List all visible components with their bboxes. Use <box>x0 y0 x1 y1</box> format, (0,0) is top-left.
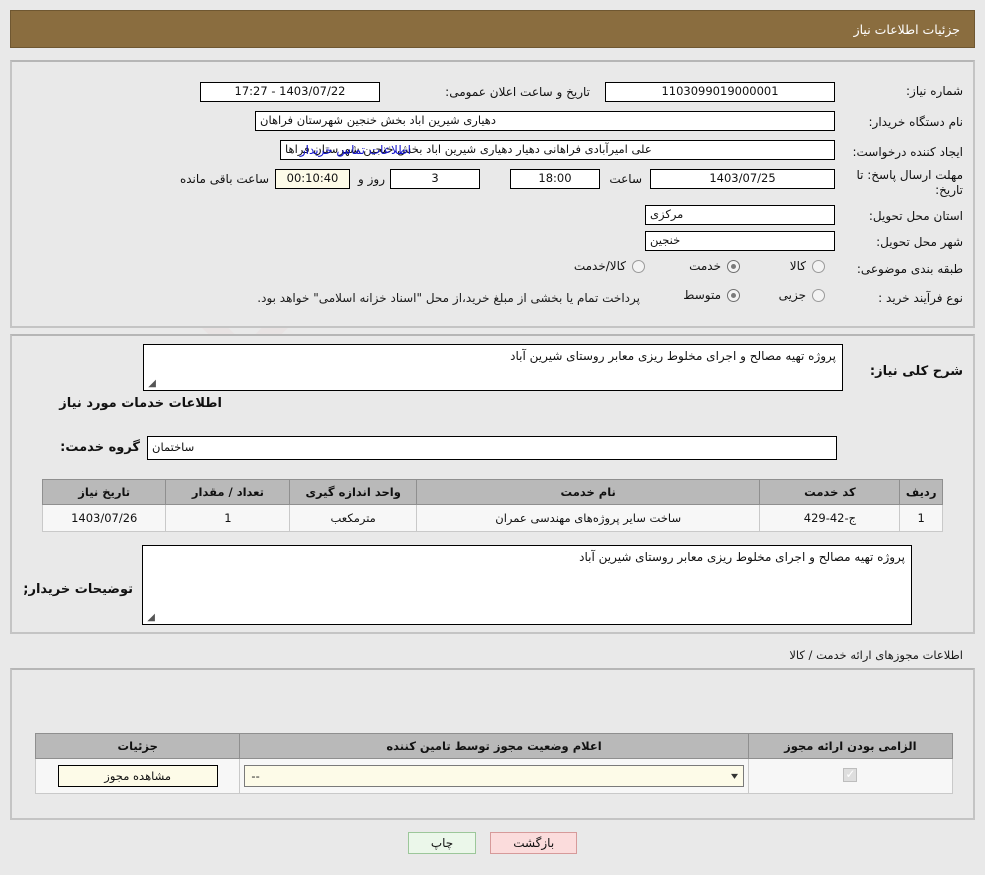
services-cell-unit: مترمکعب <box>289 504 417 532</box>
permits-col-details: جزئیات <box>34 733 241 759</box>
radio-kala-icon[interactable] <box>812 259 825 273</box>
services-cell-qty: 1 <box>165 504 291 532</box>
countdown-timer-field: 00:10:40 <box>275 169 350 189</box>
days-label: روز و <box>358 172 385 186</box>
hour-label: ساعت <box>609 172 642 186</box>
buyer-org-label: نام دستگاه خریدار: <box>868 115 964 129</box>
resize-grip-icon-2[interactable]: ◢ <box>145 613 155 623</box>
process-option-jozi[interactable]: جزیی <box>779 288 825 302</box>
services-cell-code: ج-42-429 <box>759 504 901 532</box>
footer-actions: بازگشت چاپ <box>0 832 985 854</box>
need-summary-value: پروژه تهیه مصالح و اجرای مخلوط ریزی معاب… <box>510 349 836 363</box>
category-option-kala-label: کالا <box>789 259 806 273</box>
buyer-notes-textarea[interactable]: پروژه تهیه مصالح و اجرای مخلوط ریزی معاب… <box>142 545 912 625</box>
category-option-khedmat[interactable]: خدمت <box>689 259 740 273</box>
permits-col-required: الزامی بودن ارائه مجوز <box>747 733 954 759</box>
category-option-kala[interactable]: کالا <box>790 259 825 273</box>
delivery-city-field[interactable]: خنجین <box>645 231 835 251</box>
category-option-kala-khedmat-label: کالا/خدمت <box>573 259 626 273</box>
permits-cell-required <box>747 758 954 794</box>
purchase-process-label: نوع فرآیند خرید : <box>878 291 963 305</box>
permits-table: الزامی بودن ارائه مجوز اعلام وضعیت مجوز … <box>34 733 954 794</box>
resize-grip-icon[interactable]: ◢ <box>146 379 156 389</box>
buyer-notes-label: توضیحات خریدار; <box>23 582 133 597</box>
permit-status-select[interactable]: ▾ -- <box>244 765 744 787</box>
announce-datetime-label: تاریخ و ساعت اعلان عمومی: <box>445 85 590 99</box>
delivery-province-field[interactable]: مرکزی <box>645 205 835 225</box>
radio-jozi-icon[interactable] <box>812 288 825 302</box>
radio-kala-khedmat-icon[interactable] <box>632 259 645 273</box>
remaining-days-field[interactable]: 3 <box>390 169 480 189</box>
process-option-jozi-label: جزیی <box>778 288 806 302</box>
category-option-khedmat-label: خدمت <box>689 259 721 273</box>
need-summary-label: شرح کلی نیاز: <box>869 364 963 379</box>
services-cell-name: ساخت سایر پروژه‌های مهندسی عمران <box>415 504 761 532</box>
table-row: 1 ج-42-429 ساخت سایر پروژه‌های مهندسی عم… <box>41 504 943 532</box>
process-option-motavaset[interactable]: متوسط <box>683 288 740 302</box>
remaining-hours-label: ساعت باقی مانده <box>179 172 269 186</box>
service-group-label: گروه خدمت: <box>60 440 140 455</box>
page-root: V AnaTender.neT جزئیات اطلاعات نیاز شمار… <box>0 0 985 875</box>
services-table-header-row: ردیف کد خدمت نام خدمت واحد اندازه گیری ت… <box>41 479 943 505</box>
permits-col-status: اعلام وضعیت مجوز توسط تامین کننده <box>239 733 749 759</box>
services-col-name: نام خدمت <box>415 479 761 505</box>
process-option-motavaset-label: متوسط <box>683 288 721 302</box>
services-col-unit: واحد اندازه گیری <box>289 479 417 505</box>
permits-cell-status: ▾ -- <box>239 758 749 794</box>
service-group-field[interactable]: ساختمان <box>147 436 837 460</box>
chevron-down-icon: ▾ <box>730 770 738 782</box>
category-option-kala-khedmat[interactable]: کالا/خدمت <box>574 259 645 273</box>
purchase-process-note: پرداخت تمام یا بخشی از مبلغ خرید،از محل … <box>257 291 640 305</box>
need-number-field[interactable]: 1103099019000001 <box>605 82 835 102</box>
services-col-qty: تعداد / مقدار <box>165 479 291 505</box>
services-col-code: کد خدمت <box>759 479 901 505</box>
permits-table-header-row: الزامی بودن ارائه مجوز اعلام وضعیت مجوز … <box>34 733 954 759</box>
response-deadline-label: مهلت ارسال پاسخ: تا تاریخ: <box>856 168 963 197</box>
delivery-city-label: شهر محل تحویل: <box>876 235 963 249</box>
services-cell-row: 1 <box>899 504 943 532</box>
services-cell-date: 1403/07/26 <box>41 504 167 532</box>
table-row: ▾ -- مشاهده مجوز <box>34 758 954 794</box>
buyer-org-field[interactable]: دهیاری شیرین اباد بخش خنجین شهرستان فراه… <box>255 111 835 131</box>
deadline-time-field[interactable]: 18:00 <box>510 169 600 189</box>
need-summary-textarea[interactable]: پروژه تهیه مصالح و اجرای مخلوط ریزی معاب… <box>143 344 843 391</box>
permit-status-value: -- <box>251 769 260 783</box>
services-info-heading: اطلاعات خدمات مورد نیاز <box>59 396 222 411</box>
services-col-date: تاریخ نیاز <box>41 479 167 505</box>
request-creator-label: ایجاد کننده درخواست: <box>852 145 963 159</box>
services-table: ردیف کد خدمت نام خدمت واحد اندازه گیری ت… <box>41 479 943 532</box>
delivery-province-label: استان محل تحویل: <box>868 209 963 223</box>
announce-datetime-field[interactable]: 1403/07/22 - 17:27 <box>200 82 380 102</box>
deadline-date-field[interactable]: 1403/07/25 <box>650 169 835 189</box>
need-number-label: شماره نیاز: <box>906 84 963 98</box>
radio-khedmat-icon[interactable] <box>727 259 740 273</box>
services-col-row: ردیف <box>899 479 943 505</box>
permit-required-checkbox-icon <box>843 767 858 782</box>
view-permit-button[interactable]: مشاهده مجوز <box>57 765 218 787</box>
permits-heading: اطلاعات مجوزهای ارائه خدمت / کالا <box>789 648 963 662</box>
back-button[interactable]: بازگشت <box>490 832 578 854</box>
permits-cell-details: مشاهده مجوز <box>34 758 241 794</box>
page-title-bar: جزئیات اطلاعات نیاز <box>10 10 975 48</box>
radio-motavaset-icon[interactable] <box>727 288 740 302</box>
print-button[interactable]: چاپ <box>407 832 477 854</box>
buyer-contact-link[interactable]: اطلاعات تماس خریدار <box>300 140 411 160</box>
subject-category-label: طبقه بندی موضوعی: <box>856 262 963 276</box>
page-title: جزئیات اطلاعات نیاز <box>853 21 960 37</box>
buyer-notes-value: پروژه تهیه مصالح و اجرای مخلوط ریزی معاب… <box>579 550 905 564</box>
